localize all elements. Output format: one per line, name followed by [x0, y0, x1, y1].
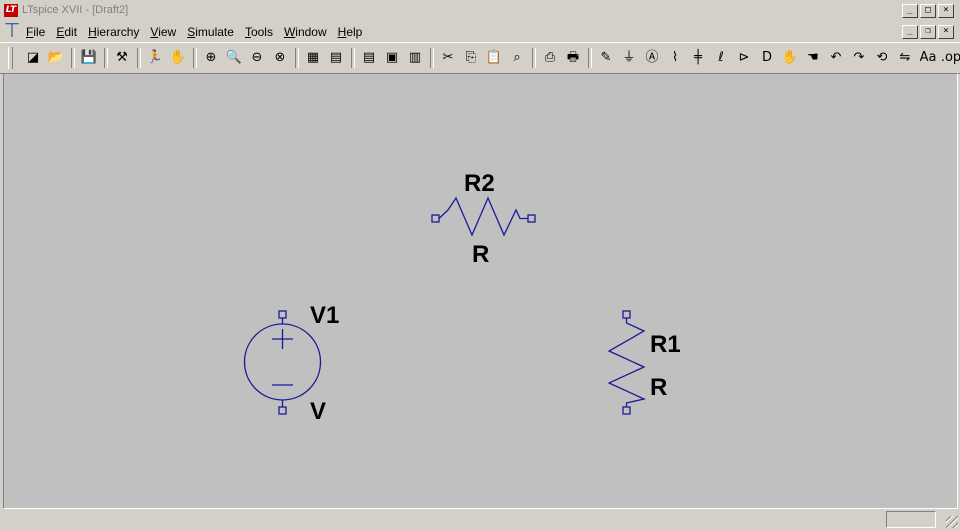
r1-name-label[interactable]: R1 [650, 331, 681, 358]
r2-name-label[interactable]: R2 [464, 170, 495, 197]
v1-pin-top[interactable] [278, 310, 287, 319]
toolbar-separator [137, 48, 141, 68]
document-system-menu-icon[interactable]: ⏉ [5, 25, 19, 39]
minimize-button[interactable]: _ [902, 4, 918, 18]
open-icon[interactable]: 📂 [45, 48, 67, 68]
v1-pin-bottom[interactable] [278, 406, 287, 415]
resistor-r1[interactable] [607, 310, 647, 415]
spice-directive-icon[interactable]: .op [940, 48, 960, 68]
halt-icon[interactable]: ✋ [167, 48, 189, 68]
r2-zigzag [438, 196, 528, 237]
menu-file[interactable]: File [26, 25, 45, 39]
rotate-icon[interactable]: ⟲ [871, 48, 893, 68]
run-icon[interactable]: 🏃 [144, 48, 166, 68]
document-window-controls: _ ❐ × [902, 25, 954, 39]
schematic-drawing: R2 R V1 V R1 R [243, 170, 681, 425]
paste-icon[interactable]: 📋 [483, 48, 505, 68]
menu-hierarchy[interactable]: Hierarchy [88, 25, 139, 39]
component-icon[interactable]: D [756, 48, 778, 68]
label-net-icon[interactable]: Ⓐ [641, 48, 663, 68]
resize-grip-icon[interactable] [946, 516, 958, 528]
toolbar-separator [532, 48, 536, 68]
new-schematic-icon[interactable]: ◪ [22, 48, 44, 68]
tile-horizontal-icon[interactable]: ▤ [358, 48, 380, 68]
mirror-icon[interactable]: ⇋ [894, 48, 916, 68]
drag-icon[interactable]: ☚ [802, 48, 824, 68]
capacitor-icon[interactable]: ╪ [687, 48, 709, 68]
zoom-fit-icon[interactable]: ⊗ [269, 48, 291, 68]
inductor-icon[interactable]: ℓ [710, 48, 732, 68]
find-icon[interactable]: ⌕ [506, 48, 528, 68]
toolbar-buttons: ◪ 📂 💾 ⚒ 🏃 ✋ ⊕ 🔍 ⊖ ⊗ ▦ ▤ ▤ ▣ ▥ ✂ ⎘ 📋 ⌕ ⎙ 🖶 ✎ ⏚ Ⓐ ⌇ ╪ ℓ ⊳ D ✋ ☚ ↶ ↷ ⟲ ⇋ Aa .op [22, 48, 960, 68]
menu-tools[interactable]: Tools [245, 25, 273, 39]
diode-icon[interactable]: ⊳ [733, 48, 755, 68]
doc-close-button[interactable]: × [938, 25, 954, 39]
resistor-r2[interactable] [431, 196, 536, 237]
r1-pin-bottom[interactable] [622, 406, 631, 415]
menu-edit[interactable]: Edit [56, 25, 77, 39]
doc-restore-button[interactable]: ❐ [920, 25, 936, 39]
r1-pin-top[interactable] [622, 310, 631, 319]
draw-wire-icon[interactable]: ✎ [595, 48, 617, 68]
control-panel-icon[interactable]: ⚒ [111, 48, 133, 68]
text-icon[interactable]: Aa [917, 48, 939, 68]
ltspice-logo-icon: LT [4, 4, 18, 17]
ground-icon[interactable]: ⏚ [618, 48, 640, 68]
menu-view[interactable]: View [150, 25, 176, 39]
window-title: LTspice XVII - [Draft2] [22, 4, 129, 16]
print-setup-icon[interactable]: ⎙ [539, 48, 561, 68]
title-bar: LT LTspice XVII - [Draft2] _ □ × [0, 0, 960, 23]
toolbar: ◪ 📂 💾 ⚒ 🏃 ✋ ⊕ 🔍 ⊖ ⊗ ▦ ▤ ▤ ▣ ▥ ✂ ⎘ 📋 ⌕ ⎙ 🖶 ✎ ⏚ Ⓐ ⌇ ╪ ℓ ⊳ D ✋ ☚ ↶ ↷ ⟲ ⇋ Aa .op [0, 42, 960, 74]
menu-window[interactable]: Window [284, 25, 327, 39]
cut-icon[interactable]: ✂ [437, 48, 459, 68]
toolbar-separator [588, 48, 592, 68]
menu-bar: ⏉ File Edit Hierarchy View Simulate Tool… [0, 22, 960, 42]
resistor-icon[interactable]: ⌇ [664, 48, 686, 68]
pan-icon[interactable]: 🔍 [223, 48, 245, 68]
r2-value-label[interactable]: R [472, 241, 489, 268]
tile-vertical-icon[interactable]: ▥ [404, 48, 426, 68]
toolbar-separator [104, 48, 108, 68]
autorange-icon[interactable]: ▦ [302, 48, 324, 68]
window-controls: _ □ × [902, 4, 954, 18]
grid-icon[interactable]: ▤ [325, 48, 347, 68]
r1-value-label[interactable]: R [650, 374, 667, 401]
schematic-canvas[interactable]: R2 R V1 V R1 R [3, 73, 958, 509]
copy-icon[interactable]: ⎘ [460, 48, 482, 68]
menu-simulate[interactable]: Simulate [187, 25, 234, 39]
v1-value-label[interactable]: V [310, 398, 326, 425]
toolbar-separator [193, 48, 197, 68]
status-pane [886, 511, 936, 528]
toolbar-separator [430, 48, 434, 68]
toolbar-separator [71, 48, 75, 68]
menu-help[interactable]: Help [338, 25, 363, 39]
close-button[interactable]: × [938, 4, 954, 18]
doc-minimize-button[interactable]: _ [902, 25, 918, 39]
r2-pin-left[interactable] [431, 214, 440, 223]
redo-icon[interactable]: ↷ [848, 48, 870, 68]
save-icon[interactable]: 💾 [78, 48, 100, 68]
status-bar [0, 509, 960, 530]
maximize-button[interactable]: □ [920, 4, 936, 18]
cascade-icon[interactable]: ▣ [381, 48, 403, 68]
move-icon[interactable]: ✋ [779, 48, 801, 68]
v1-name-label[interactable]: V1 [310, 302, 339, 329]
r2-pin-right[interactable] [527, 214, 536, 223]
undo-icon[interactable]: ↶ [825, 48, 847, 68]
zoom-in-icon[interactable]: ⊕ [200, 48, 222, 68]
print-icon[interactable]: 🖶 [562, 48, 584, 68]
toolbar-grip[interactable] [8, 47, 13, 69]
zoom-out-icon[interactable]: ⊖ [246, 48, 268, 68]
r1-zigzag [607, 318, 647, 407]
toolbar-separator [351, 48, 355, 68]
toolbar-separator [295, 48, 299, 68]
